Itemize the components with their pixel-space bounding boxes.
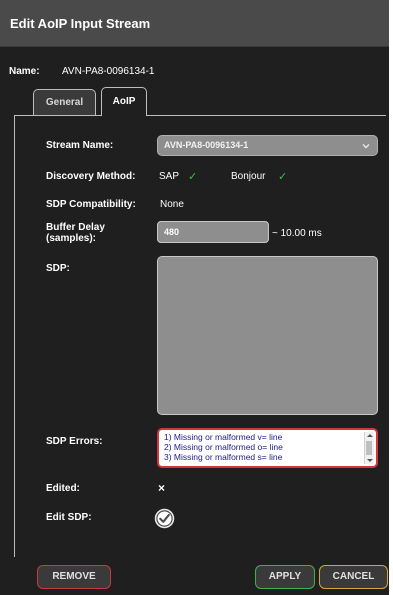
tab-aoip[interactable]: AoIP — [101, 87, 147, 116]
stream-name-select[interactable]: AVN-PA8-0096134-1 — [157, 135, 378, 156]
edit-sdp-label: Edit SDP: — [46, 512, 92, 523]
stream-name-value: AVN-PA8-0096134-1 — [164, 140, 249, 150]
apply-button[interactable]: APPLY — [255, 565, 315, 589]
tab-general[interactable]: General — [33, 89, 96, 115]
active-tab-joint — [102, 114, 146, 117]
scroll-up-icon[interactable] — [367, 434, 373, 437]
sdp-compatibility-label: SDP Compatibility: — [46, 199, 136, 210]
errors-scrollbar[interactable] — [364, 432, 374, 464]
buffer-delay-input[interactable]: 480 — [157, 221, 269, 243]
cancel-button[interactable]: CANCEL — [319, 565, 388, 589]
sdp-textarea[interactable] — [157, 256, 378, 415]
scroll-down-icon[interactable] — [367, 459, 373, 462]
buffer-delay-label-line2: (samples): — [46, 233, 97, 244]
discovery-method-label: Discovery Method: — [46, 171, 136, 182]
sdp-error-line: 3) Missing or malformed s= line — [164, 452, 283, 462]
bonjour-check-icon[interactable]: ✓ — [278, 170, 287, 183]
dialog-title: Edit AoIP Input Stream — [10, 16, 151, 31]
edited-label: Edited: — [46, 483, 80, 494]
scroll-thumb[interactable] — [366, 441, 372, 455]
edit-sdp-check-icon[interactable] — [154, 508, 175, 529]
sdp-compatibility-value: None — [160, 199, 184, 210]
stream-name-label: Stream Name: — [46, 140, 114, 151]
sdp-label: SDP: — [46, 263, 70, 274]
name-label: Name: — [9, 66, 40, 77]
buffer-delay-ms: ~ 10.00 ms — [272, 228, 322, 239]
sdp-error-line: 1) Missing or malformed v= line — [164, 432, 283, 442]
chevron-down-icon — [362, 144, 370, 149]
discovery-sap-label: SAP — [159, 171, 180, 182]
sdp-errors-label: SDP Errors: — [46, 436, 103, 447]
remove-button[interactable]: REMOVE — [37, 565, 111, 589]
edit-stream-dialog: Edit AoIP Input Stream Name: AVN-PA8-009… — [0, 0, 389, 595]
dialog-titlebar[interactable]: Edit AoIP Input Stream — [0, 0, 389, 47]
sap-check-icon[interactable]: ✓ — [188, 170, 197, 183]
sdp-error-line: 2) Missing or malformed o= line — [164, 442, 283, 452]
sdp-errors-box[interactable]: 1) Missing or malformed v= line 2) Missi… — [157, 428, 378, 468]
edited-x-icon: × — [158, 481, 166, 495]
buffer-delay-label-line1: Buffer Delay — [46, 222, 105, 233]
buffer-delay-value: 480 — [164, 227, 180, 237]
name-value: AVN-PA8-0096134-1 — [62, 66, 155, 77]
discovery-bonjour-label: Bonjour — [231, 171, 266, 182]
panel-border — [14, 115, 15, 557]
